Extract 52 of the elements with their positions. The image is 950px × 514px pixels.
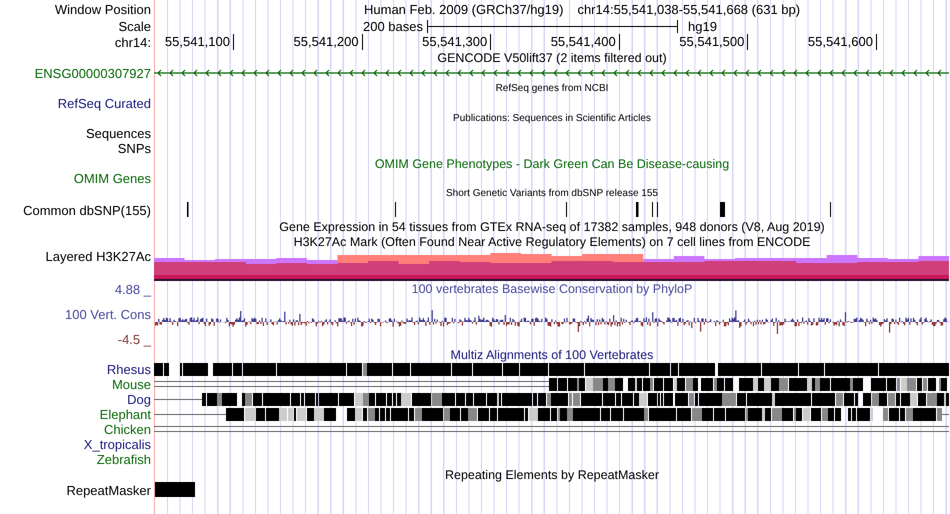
ruler-tick: 55,541,300 [362,34,492,50]
track-title: Gene Expression in 54 tissues from GTEx RNA-seq of 17382 samples, 948 donors (V8, Aug 2019) [279,220,825,234]
ruler-tick: 55,541,100 [154,34,234,50]
snp-mark[interactable] [395,202,396,217]
ruler-tick: 55,541,500 [620,34,748,50]
track-label[interactable]: X_tropicalis [84,437,154,452]
track-label[interactable]: RepeatMasker [66,482,154,498]
track-label[interactable]: Mouse [112,377,154,392]
track-label[interactable]: Layered H3K27Ac [45,249,154,264]
snp-mark[interactable] [636,202,638,217]
track-label: chr14: [114,34,152,50]
track-label[interactable]: 100 Vert. Cons [65,307,151,322]
track-label: Scale [118,18,152,34]
ruler-tick: 55,541,200 [234,34,363,50]
ruler-tick: 55,541,600 [748,34,877,50]
track-label[interactable]: OMIM Genes [74,171,154,186]
track-title: Short Genetic Variants from dbSNP release 155 [446,188,658,199]
position-text: chr14:55,541,038-55,541,668 (631 bp) [577,2,800,16]
snp-mark[interactable] [652,202,653,217]
track-label[interactable]: ENSG00000307927 [34,66,154,80]
track-label[interactable]: SNPs [118,141,154,156]
track-title: RefSeq genes from NCBI [496,83,608,94]
repeat-element-mark[interactable] [155,482,195,497]
scale-text: 200 bases [362,18,424,34]
track-label[interactable]: Rhesus [106,362,154,377]
track-title: GENCODE V50lift37 (2 items filtered out) [437,50,667,64]
scale-db: hg19 [687,18,717,34]
track-label[interactable]: Common dbSNP(155) [23,202,154,218]
track-title: Repeating Elements by RepeatMasker [444,468,659,482]
snp-mark[interactable] [657,202,658,217]
gene-strand-drawing[interactable] [154,69,949,77]
track-label[interactable]: Chicken [104,422,154,437]
track-label[interactable]: Zebrafish [96,452,154,467]
track-label: Window Position [54,2,152,16]
track-title: 100 vertebrates Basewise Conservation by PhyloP [412,282,692,297]
assembly-title: Human Feb. 2009 (GRCh37/hg19) [364,2,564,16]
snp-mark[interactable] [187,202,188,217]
track-title: H3K27Ac Mark (Often Found Near Active Regulatory Elements) on 7 cell lines from ENCODE [294,234,810,248]
track-title: OMIM Gene Phenotypes - Dark Green Can Be Disease-causing [374,156,730,170]
scale-bar-icon [427,20,678,32]
axis-min-label: -4.5 _ [118,332,151,347]
track-title: Multiz Alignments of 100 Vertebrates [450,348,654,362]
track-label[interactable]: Dog [127,392,154,407]
snp-mark[interactable] [720,202,725,217]
track-label[interactable]: Sequences [86,126,154,141]
track-label[interactable]: RefSeq Curated [58,96,154,111]
track-title: Publications: Sequences in Scientific Articles [453,113,651,124]
snp-mark[interactable] [566,202,567,217]
track-label[interactable]: Elephant [100,407,154,422]
axis-max-label: 4.88 _ [114,282,151,297]
ruler-tick: 55,541,400 [491,34,620,50]
snp-mark[interactable] [830,202,831,217]
